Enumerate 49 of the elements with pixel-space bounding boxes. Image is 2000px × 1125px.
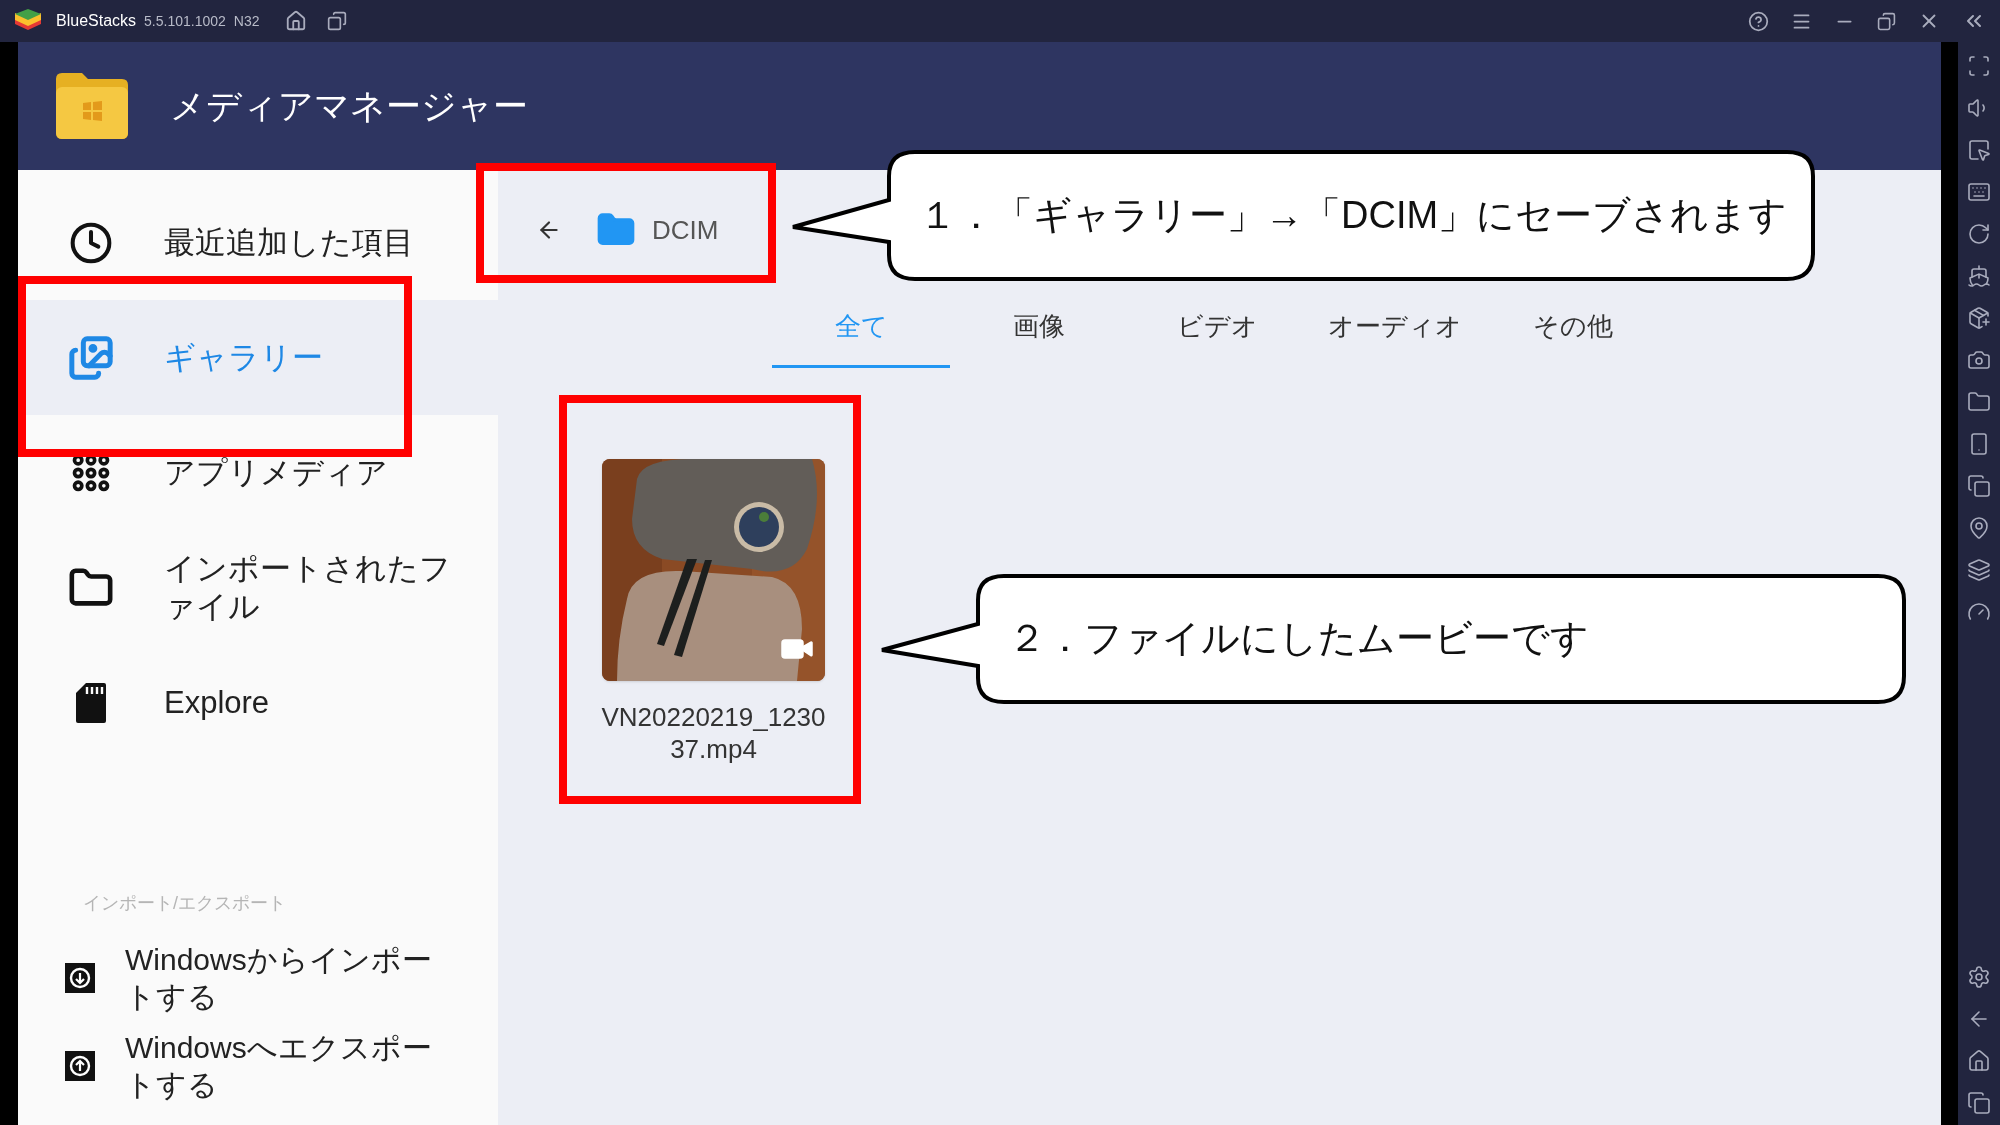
folder-icon[interactable] <box>1967 390 1991 414</box>
upload-icon <box>65 1051 95 1081</box>
clock-icon <box>69 220 113 265</box>
nav-label: インポートされたファイル <box>164 549 452 626</box>
sidebar-action[interactable]: Windowsからインポートする <box>18 941 498 1015</box>
package-icon[interactable] <box>1967 306 1991 330</box>
callout-text: ２．ファイルにしたムービーです <box>1008 619 1589 657</box>
ship-icon[interactable] <box>1967 264 1991 288</box>
copy-icon[interactable] <box>1967 474 1991 498</box>
file-name[interactable]: VN20220219_123037.mp4 <box>598 701 829 765</box>
recent-apps-icon[interactable] <box>1967 1091 1991 1115</box>
callout-text: １．「ギャラリー」→「DCIM」にセーブされます <box>919 195 1788 234</box>
nav-item[interactable]: 最近追加した項目 <box>18 185 498 300</box>
help-icon[interactable] <box>1748 10 1769 32</box>
tabs-icon[interactable] <box>327 11 348 31</box>
breadcrumb-folder[interactable]: DCIM <box>652 210 719 250</box>
app-version: 5.5.101.1002 <box>144 11 226 31</box>
fullscreen-icon[interactable] <box>1967 54 1991 78</box>
pointer-icon[interactable] <box>1967 138 1991 162</box>
keyboard-icon[interactable] <box>1967 180 1991 204</box>
nav-item[interactable]: インポートされたファイル <box>18 530 498 645</box>
layers-icon[interactable] <box>1967 558 1991 582</box>
nav-item[interactable]: アプリメディア <box>18 415 498 530</box>
home-icon[interactable] <box>1967 1049 1991 1073</box>
location-icon[interactable] <box>1967 516 1991 540</box>
nav-label: Explore <box>164 683 271 722</box>
home-icon[interactable] <box>285 10 308 32</box>
sd-card-icon <box>74 680 108 725</box>
rotate-icon[interactable] <box>1967 222 1991 246</box>
restore-icon[interactable] <box>1877 11 1896 31</box>
app-title: メディアマネージャー <box>170 84 528 127</box>
camera-icon[interactable] <box>1967 348 1991 372</box>
tab[interactable]: ビデオ <box>1128 288 1306 368</box>
sidebar-action[interactable]: Windowsへエクスポートする <box>18 1029 498 1103</box>
section-label: インポート/エクスポート <box>82 892 287 915</box>
nav-item[interactable]: Explore <box>18 645 498 760</box>
gallery-icon <box>68 334 114 381</box>
settings-icon[interactable] <box>1967 965 1991 989</box>
app-name: BlueStacks <box>56 11 137 31</box>
tab[interactable]: 画像 <box>950 288 1128 368</box>
tab[interactable]: その他 <box>1484 288 1662 368</box>
action-label: Windowsへエクスポートする <box>125 1030 433 1103</box>
tab[interactable]: オーディオ <box>1306 288 1484 368</box>
action-label: Windowsからインポートする <box>125 942 433 1015</box>
nav-label: 最近追加した項目 <box>164 223 415 262</box>
build-label: N32 <box>233 11 260 31</box>
nav-label: アプリメディア <box>164 453 389 492</box>
nav-label: ギャラリー <box>164 338 324 377</box>
download-icon <box>65 963 95 993</box>
